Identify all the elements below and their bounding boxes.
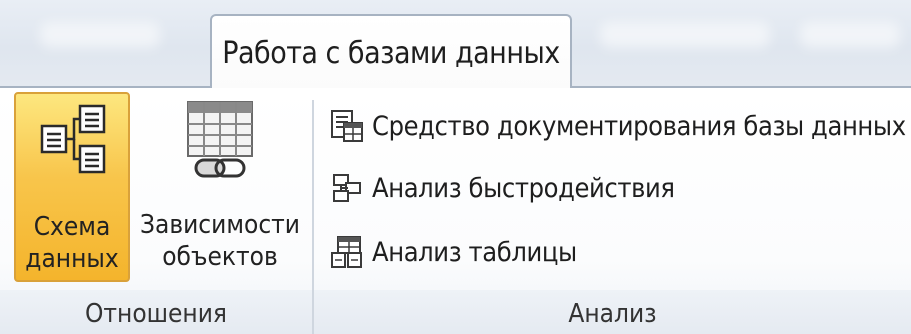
- analyze-table-label: Анализ таблицы: [372, 236, 577, 268]
- database-documenter-icon: [331, 110, 363, 142]
- object-dependencies-button[interactable]: Зависимости объектов: [132, 92, 308, 282]
- blurred-tab-right-2: [800, 22, 900, 48]
- relationships-button[interactable]: Схема данных: [14, 92, 130, 282]
- tab-label: Работа с базами данных: [222, 35, 560, 71]
- analyze-table-button[interactable]: Анализ таблицы: [330, 232, 577, 272]
- analyze-table-icon: [331, 236, 362, 268]
- object-dependencies-label-line1: Зависимости: [140, 210, 300, 240]
- analyze-performance-label: Анализ быстродействия: [372, 172, 675, 204]
- relationships-label-line2: данных: [25, 244, 119, 274]
- analyze-performance-icon: [333, 174, 361, 202]
- blurred-tab-left: [40, 22, 160, 48]
- object-dependencies-label-line2: объектов: [162, 242, 278, 272]
- group-label-relations: Отношения: [85, 299, 227, 329]
- object-dependencies-icon: [187, 101, 253, 178]
- relationships-icon: [40, 104, 106, 174]
- database-documenter-label: Средство документирования базы данных: [372, 110, 906, 142]
- blurred-tab-right-1: [600, 22, 770, 48]
- database-documenter-button[interactable]: Средство документирования базы данных: [330, 106, 906, 146]
- group-label-analysis: Анализ: [568, 299, 657, 329]
- relationships-label-line1: Схема: [33, 212, 111, 242]
- tab-database-tools[interactable]: Работа с базами данных: [210, 14, 572, 88]
- analyze-performance-button[interactable]: Анализ быстродействия: [330, 168, 675, 208]
